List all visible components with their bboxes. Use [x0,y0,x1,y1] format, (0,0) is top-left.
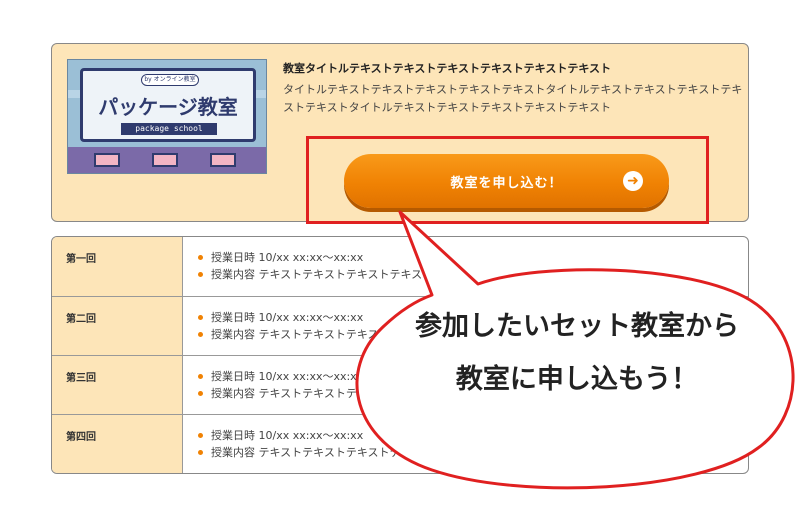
session-content: 授業内容 テキストテキストテキストテキスト [198,266,433,283]
session-heading: 第三回 [52,356,183,414]
session-date: 授業日時 10/xx xx:xx〜xx:xx [198,309,433,326]
session-content: 授業内容 テキストテキストテキストテキスト [198,444,433,461]
class-description: タイトルテキストテキストテキストテキストテキストタイトルテキストテキストテキスト… [283,83,743,114]
thumbnail-board: by オンライン教室 パッケージ教室 package school [80,68,256,142]
session-date: 授業日時 10/xx xx:xx〜xx:xx [198,427,433,444]
thumbnail-title: パッケージ教室 [98,95,238,119]
schedule-row: 第二回 授業日時 10/xx xx:xx〜xx:xx 授業内容 テキストテキスト… [52,296,748,355]
schedule-table: 第一回 授業日時 10/xx xx:xx〜xx:xx 授業内容 テキストテキスト… [51,236,749,474]
class-thumbnail[interactable]: by オンライン教室 パッケージ教室 package school [67,59,267,174]
thumbnail-subtitle: package school [121,123,217,135]
session-heading: 第二回 [52,297,183,355]
session-date: 授業日時 10/xx xx:xx〜xx:xx [198,249,433,266]
session-details: 授業日時 10/xx xx:xx〜xx:xx 授業内容 テキストテキストテキスト… [198,249,433,283]
schedule-row: 第三回 授業日時 10/xx xx:xx〜xx:xx 授業内容 テキストテキスト… [52,355,748,414]
desk-illustration [152,153,178,167]
thumbnail-byline: by オンライン教室 [141,74,199,86]
session-details: 授業日時 10/xx xx:xx〜xx:xx 授業内容 テキストテキストテキスト… [198,309,433,343]
session-heading: 第一回 [52,237,183,296]
session-content: 授業内容 テキストテキストテキストテキスト [198,385,433,402]
session-heading: 第四回 [52,415,183,473]
desk-illustration [94,153,120,167]
desk-illustration [210,153,236,167]
schedule-row: 第四回 授業日時 10/xx xx:xx〜xx:xx 授業内容 テキストテキスト… [52,414,748,473]
session-details: 授業日時 10/xx xx:xx〜xx:xx 授業内容 テキストテキストテキスト… [198,427,433,461]
class-title: 教室タイトルテキストテキストテキストテキストテキストテキスト [283,62,612,75]
schedule-row: 第一回 授業日時 10/xx xx:xx〜xx:xx 授業内容 テキストテキスト… [52,237,748,296]
session-details: 授業日時 10/xx xx:xx〜xx:xx 授業内容 テキストテキストテキスト… [198,368,433,402]
session-date: 授業日時 10/xx xx:xx〜xx:xx [198,368,433,385]
apply-highlight-box [306,136,709,224]
session-content: 授業内容 テキストテキストテキストテキスト [198,326,433,343]
